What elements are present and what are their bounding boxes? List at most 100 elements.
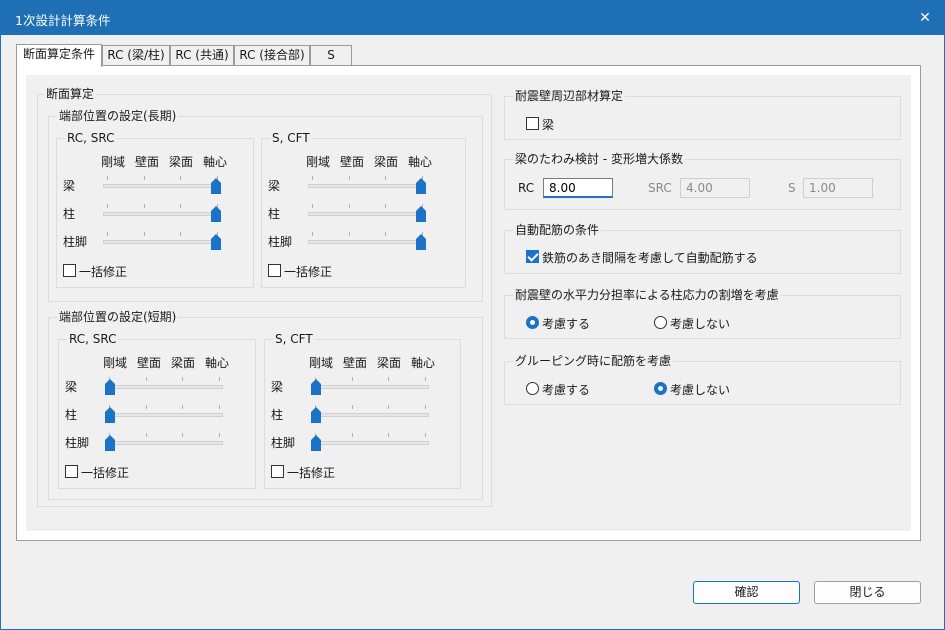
tab-rc-common[interactable]: RC (共通): [170, 45, 234, 66]
long-term-s-col-label: 梁面: [374, 155, 399, 169]
short-term-s-row-label: 梁: [271, 380, 284, 394]
long-term-rc-panel: RC, SRC 剛域 壁面 梁面 軸心梁柱柱脚 一括修正: [56, 131, 254, 288]
long-term-s-tick: [385, 232, 387, 236]
long-term-rc-slider-thumb[interactable]: [211, 206, 221, 222]
short-term-rc-slider-thumb[interactable]: [105, 435, 115, 451]
short-term-rc-row-label: 柱: [65, 408, 78, 422]
short-term-rc-tick: [182, 433, 184, 437]
long-term-s-tick: [385, 176, 387, 180]
short-term-s-tick: [351, 405, 353, 409]
long-term-s-bulk-checkbox[interactable]: [268, 264, 281, 277]
long-term-rc-tick: [107, 232, 108, 236]
long-term-rc-tick: [143, 204, 145, 208]
horizontal-force-no-radio[interactable]: [654, 316, 667, 329]
short-term-rc-col-label: 壁面: [137, 356, 162, 370]
short-term-s-col-label: 梁面: [377, 356, 402, 370]
tab-panel: 断面算定 端部位置の設定(長期) RC, SRC 剛域 壁面 梁面 軸心梁柱柱脚 一括修正…: [16, 65, 921, 541]
short-term-s-tick: [425, 433, 426, 437]
long-term-title: 端部位置の設定(長期): [57, 109, 179, 123]
short-term-s-tick: [388, 377, 390, 381]
long-term-rc-slider-track[interactable]: [103, 212, 221, 216]
long-term-s-slider-thumb[interactable]: [416, 178, 426, 194]
long-term-rc-col-label: 剛域: [101, 155, 126, 169]
deflection-s-label: S: [788, 181, 796, 195]
long-term-s-panel: S, CFT 剛域 壁面 梁面 軸心梁柱柱脚 一括修正: [261, 131, 466, 288]
seismic-wall-beam-checkbox[interactable]: [526, 117, 539, 130]
long-term-s-tick: [385, 204, 387, 208]
long-term-s-tick: [312, 204, 313, 208]
long-term-s-row-label: 柱: [268, 207, 281, 221]
short-term-s-bulk-checkbox[interactable]: [271, 465, 284, 478]
long-term-rc-slider-thumb[interactable]: [211, 178, 221, 194]
long-term-s-slider-thumb[interactable]: [416, 206, 426, 222]
close-icon[interactable]: ✕: [916, 9, 934, 27]
seismic-wall-beam-label: 梁: [542, 118, 555, 132]
short-term-s-slider-thumb[interactable]: [311, 435, 321, 451]
short-term-rc-slider-thumb[interactable]: [105, 407, 115, 423]
tab-rc-beam-column[interactable]: RC (梁/柱): [102, 45, 170, 66]
short-term-s-tick: [425, 377, 426, 381]
section-calc-title: 断面算定: [44, 87, 97, 101]
horizontal-force-yes-radio[interactable]: [526, 316, 539, 329]
tab-s[interactable]: S: [310, 45, 352, 66]
long-term-rc-slider-thumb[interactable]: [211, 234, 221, 250]
tab-rc-joint[interactable]: RC (接合部): [234, 45, 310, 66]
long-term-s-col-label: 壁面: [340, 155, 365, 169]
long-term-rc-bulk-checkbox[interactable]: [63, 264, 76, 277]
tab-section-calc[interactable]: 断面算定条件: [16, 44, 102, 67]
long-term-s-slider-track[interactable]: [308, 240, 426, 244]
long-term-rc-col-label: 壁面: [135, 155, 160, 169]
long-term-s-slider-track[interactable]: [308, 212, 426, 216]
ok-button[interactable]: 確認: [693, 581, 800, 604]
short-term-rc-tick: [145, 377, 147, 381]
short-term-s-tick: [388, 405, 390, 409]
short-term-rc-slider-thumb[interactable]: [105, 379, 115, 395]
close-button[interactable]: 閉じる: [814, 581, 921, 604]
long-term-s-slider-thumb[interactable]: [416, 234, 426, 250]
long-term-s-tick: [348, 232, 350, 236]
deflection-rc-input[interactable]: [543, 178, 613, 198]
grouping-no-radio[interactable]: [654, 382, 667, 395]
short-term-rc-slider-track[interactable]: [105, 385, 223, 389]
short-term-s-slider-thumb[interactable]: [311, 379, 321, 395]
short-term-s-title: S, CFT: [273, 332, 315, 346]
long-term-rc-bulk-label: 一括修正: [79, 265, 128, 279]
short-term-s-slider-track[interactable]: [311, 441, 429, 445]
grouping-yes-radio[interactable]: [526, 382, 539, 395]
horizontal-force-group: 耐震壁の水平力分担率による柱応力の割増を考慮 考慮する 考慮しない: [504, 288, 901, 339]
short-term-s-slider-track[interactable]: [311, 385, 429, 389]
long-term-group: 端部位置の設定(長期) RC, SRC 剛域 壁面 梁面 軸心梁柱柱脚 一括修正 S, C…: [48, 109, 483, 302]
long-term-rc-tick: [180, 176, 182, 180]
short-term-s-bulk-label: 一括修正: [287, 466, 336, 480]
window-title: 1次設計計算条件: [15, 13, 111, 28]
short-term-s-tick: [425, 405, 426, 409]
long-term-rc-row-label: 柱脚: [63, 235, 88, 249]
long-term-s-row-label: 柱脚: [268, 235, 293, 249]
long-term-rc-row-label: 柱: [63, 207, 76, 221]
long-term-s-slider-track[interactable]: [308, 184, 426, 188]
long-term-s-title: S, CFT: [270, 131, 312, 145]
short-term-rc-col-label: 梁面: [171, 356, 196, 370]
short-term-s-panel: S, CFT 剛域 壁面 梁面 軸心梁柱柱脚 一括修正: [264, 332, 461, 489]
long-term-rc-slider-track[interactable]: [103, 184, 221, 188]
short-term-s-row-label: 柱: [271, 408, 284, 422]
long-term-rc-title: RC, SRC: [65, 131, 117, 145]
long-term-s-bulk-label: 一括修正: [284, 265, 333, 279]
section-calc-group: 断面算定 端部位置の設定(長期) RC, SRC 剛域 壁面 梁面 軸心梁柱柱脚 一括修正…: [37, 87, 492, 507]
long-term-rc-slider-track[interactable]: [103, 240, 221, 244]
auto-rebar-checkbox[interactable]: [526, 250, 539, 263]
grouping-yes-label: 考慮する: [542, 383, 591, 397]
short-term-rc-bulk-checkbox[interactable]: [65, 465, 78, 478]
short-term-s-slider-track[interactable]: [311, 413, 429, 417]
long-term-rc-tick: [180, 232, 182, 236]
short-term-rc-panel: RC, SRC 剛域 壁面 梁面 軸心梁柱柱脚 一括修正: [58, 332, 256, 489]
short-term-rc-tick: [182, 377, 184, 381]
long-term-s-col-label: 剛域: [306, 155, 331, 169]
auto-rebar-label: 鉄筋のあき間隔を考慮して自動配筋する: [542, 251, 758, 265]
short-term-group: 端部位置の設定(短期) RC, SRC 剛域 壁面 梁面 軸心梁柱柱脚 一括修正 S, C…: [48, 310, 483, 500]
long-term-s-tick: [312, 176, 313, 180]
short-term-rc-slider-track[interactable]: [105, 441, 223, 445]
short-term-rc-slider-track[interactable]: [105, 413, 223, 417]
short-term-s-tick: [388, 433, 390, 437]
short-term-s-slider-thumb[interactable]: [311, 407, 321, 423]
